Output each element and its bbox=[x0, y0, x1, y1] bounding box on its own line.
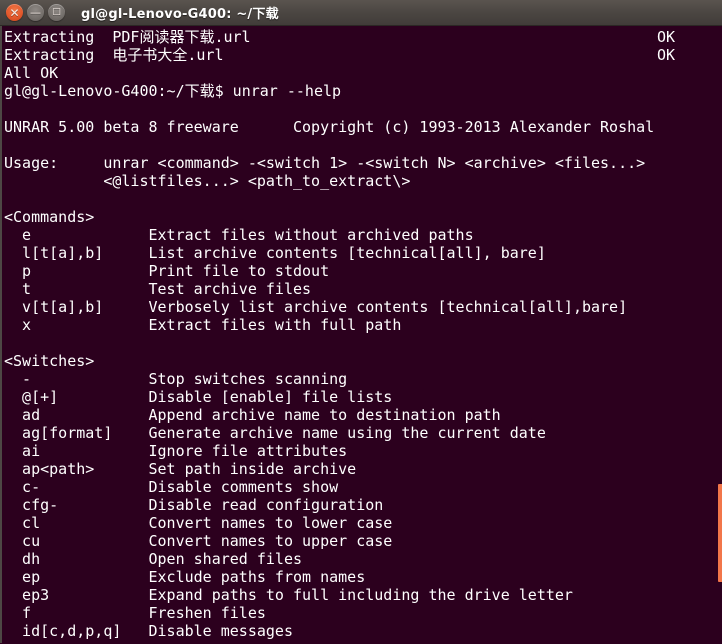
scrollbar-thumb[interactable] bbox=[718, 484, 722, 582]
terminal-line: x Extract files with full path bbox=[4, 316, 402, 334]
terminal-window: ✕ — □ gl@gl-Lenovo-G400: ~/下载 Extracting… bbox=[0, 0, 722, 644]
terminal-line: UNRAR 5.00 beta 8 freeware Copyright (c)… bbox=[4, 118, 655, 136]
terminal-line: cl Convert names to lower case bbox=[4, 514, 393, 532]
terminal-line: <@listfiles...> <path_to_extract\> bbox=[4, 172, 411, 190]
window-titlebar[interactable]: ✕ — □ gl@gl-Lenovo-G400: ~/下载 bbox=[0, 0, 722, 26]
terminal-line: ap<path> Set path inside archive bbox=[4, 460, 357, 478]
terminal-line: Usage: unrar <command> -<switch 1> -<swi… bbox=[4, 154, 646, 172]
terminal-line: ai Ignore file attributes bbox=[4, 442, 348, 460]
terminal-line: l[t[a],b] List archive contents [technic… bbox=[4, 244, 546, 262]
terminal-line: gl@gl-Lenovo-G400:~/下载$ unrar --help bbox=[4, 82, 342, 100]
terminal-line: e Extract files without archived paths bbox=[4, 226, 474, 244]
terminal-line: ad Append archive name to destination pa… bbox=[4, 406, 501, 424]
window-title: gl@gl-Lenovo-G400: ~/下载 bbox=[81, 7, 279, 22]
terminal-line: v[t[a],b] Verbosely list archive content… bbox=[4, 298, 628, 316]
terminal-line: Extracting 电子书大全.url OK bbox=[4, 46, 676, 64]
terminal-line: dh Open shared files bbox=[4, 550, 303, 568]
terminal-line: All OK bbox=[4, 64, 59, 82]
terminal-line: ag[format] Generate archive name using t… bbox=[4, 424, 546, 442]
terminal-line: id[c,d,p,q] Disable messages bbox=[4, 622, 293, 640]
terminal-line: <Switches> bbox=[4, 352, 95, 370]
terminal-line: p Print file to stdout bbox=[4, 262, 330, 280]
terminal-line: f Freshen files bbox=[4, 604, 266, 622]
maximize-icon[interactable]: □ bbox=[48, 4, 65, 21]
terminal-line: - Stop switches scanning bbox=[4, 370, 348, 388]
terminal-line: cfg- Disable read configuration bbox=[4, 496, 384, 514]
terminal-line: ep Exclude paths from names bbox=[4, 568, 366, 586]
close-glyph: ✕ bbox=[9, 5, 20, 20]
close-icon[interactable]: ✕ bbox=[6, 4, 23, 21]
terminal-line: ep3 Expand paths to full including the d… bbox=[4, 586, 573, 604]
terminal-line: Extracting PDF阅读器下载.url OK bbox=[4, 28, 676, 46]
minimize-glyph: — bbox=[30, 6, 41, 19]
terminal-line: c- Disable comments show bbox=[4, 478, 339, 496]
terminal-line: cu Convert names to upper case bbox=[4, 532, 393, 550]
terminal-line: @[+] Disable [enable] file lists bbox=[4, 388, 393, 406]
maximize-glyph: □ bbox=[52, 7, 61, 17]
terminal-line: <Commands> bbox=[4, 208, 95, 226]
terminal-screen: Extracting PDF阅读器下载.url OK Extracting 电子书… bbox=[2, 28, 675, 640]
minimize-icon[interactable]: — bbox=[27, 4, 44, 21]
scrollbar[interactable] bbox=[718, 26, 722, 643]
terminal-line: t Test archive files bbox=[4, 280, 312, 298]
terminal-body[interactable]: Extracting PDF阅读器下载.url OK Extracting 电子书… bbox=[0, 26, 722, 643]
